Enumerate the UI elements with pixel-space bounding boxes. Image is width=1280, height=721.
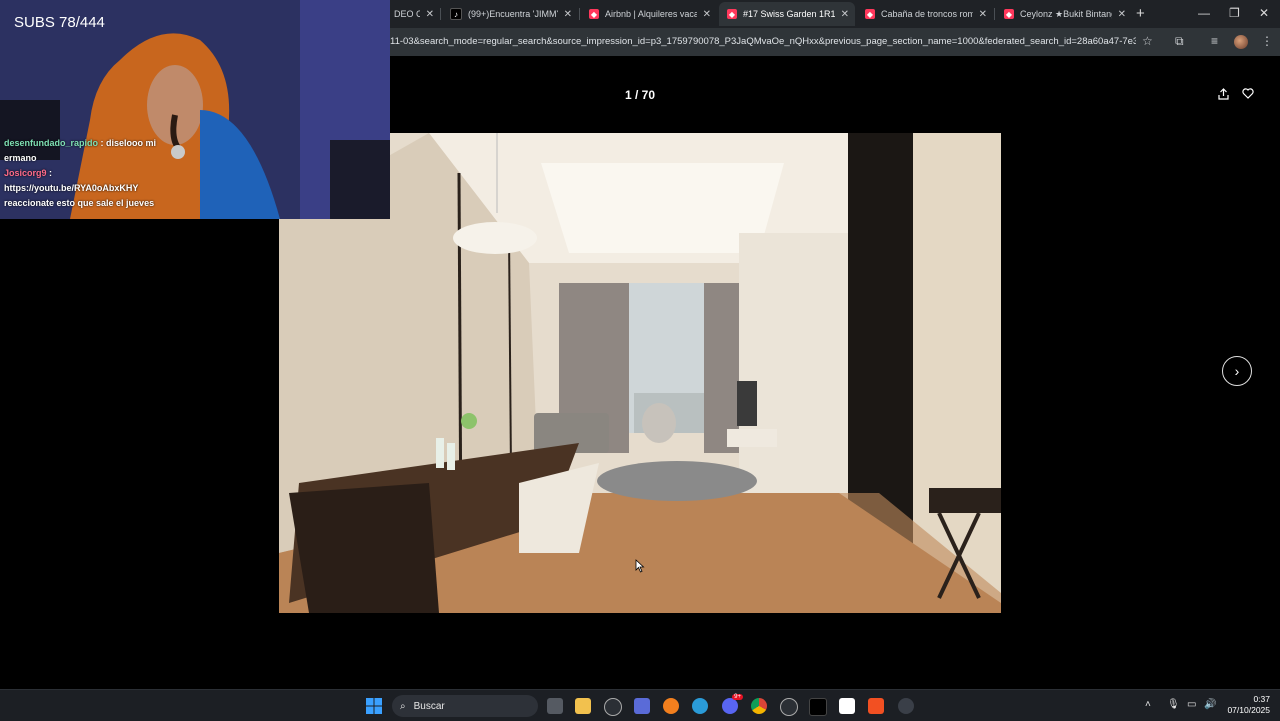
tab-0[interactable]: DEO C ✕: [386, 2, 440, 26]
tab-4[interactable]: ◆ Cabaña de troncos romá ✕: [857, 2, 993, 26]
taskbar: ⌕ Buscar 9+ ˄ 🎙 ▭ 🔊 0:37 07/10/2025: [0, 689, 1280, 721]
window-close-icon[interactable]: ✕: [1259, 6, 1269, 20]
new-tab-icon[interactable]: +: [1136, 5, 1145, 22]
share-icon[interactable]: [1218, 88, 1229, 103]
chat-username: desenfundado_rapido: [4, 138, 99, 148]
streamer-webcam: SUBS 78/444 desenfundado_rapido : diselo…: [0, 0, 390, 219]
tab-divider: [994, 8, 995, 20]
brave-icon[interactable]: [663, 698, 679, 714]
search-icon: ⌕: [400, 700, 406, 712]
menu-kebab-icon[interactable]: ⋮: [1261, 34, 1273, 48]
chevron-right-icon: ›: [1234, 363, 1240, 379]
chevron-up-icon[interactable]: ˄: [1145, 699, 1151, 710]
app-icon[interactable]: [839, 698, 855, 714]
chat-text: https://youtu.be/RYA0oAbxKHY reaccionate…: [4, 183, 155, 208]
close-icon[interactable]: ✕: [703, 9, 711, 20]
clock-date: 07/10/2025: [1227, 705, 1270, 715]
airbnb-icon: ◆: [589, 9, 599, 19]
tab-title: Ceylonz ★Bukit Bintang: [1020, 8, 1112, 19]
search-placeholder: Buscar: [413, 700, 445, 712]
taskbar-search-input[interactable]: ⌕ Buscar: [392, 695, 538, 717]
tab-2[interactable]: ◆ Airbnb | Alquileres vacac ✕: [581, 2, 717, 26]
photo-counter: 1 / 70: [624, 88, 656, 102]
airbnb-icon: ◆: [865, 9, 875, 19]
tab-title: (99+)Encuentra 'JIMMY' e: [468, 9, 558, 19]
minimize-icon[interactable]: —: [1198, 6, 1210, 20]
address-bar-url[interactable]: 11-03&search_mode=regular_search&source_…: [390, 36, 1136, 47]
tab-title: #17 Swiss Garden 1R1B B: [743, 9, 835, 19]
close-icon[interactable]: ✕: [1118, 9, 1126, 20]
clock-time: 0:37: [1253, 694, 1270, 704]
tab-1[interactable]: ♪ (99+)Encuentra 'JIMMY' e ✕: [442, 2, 578, 26]
tab-title: DEO C: [394, 9, 420, 19]
file-explorer-icon[interactable]: [575, 698, 591, 714]
notification-badge: 9+: [732, 694, 743, 700]
windows-start-icon[interactable]: [366, 698, 382, 714]
network-icon[interactable]: ▭: [1187, 699, 1196, 710]
chat-username: Josicorg9: [4, 168, 47, 178]
app-icon[interactable]: [868, 698, 884, 714]
close-icon[interactable]: ✕: [979, 9, 987, 20]
extensions-icon[interactable]: ⧉: [1175, 34, 1184, 49]
subs-counter: SUBS 78/444: [14, 14, 105, 31]
tab-title: Cabaña de troncos romá: [881, 9, 973, 19]
next-photo-button[interactable]: ›: [1222, 356, 1252, 386]
bookmark-star-icon[interactable]: ☆: [1142, 34, 1153, 48]
chrome-icon[interactable]: [751, 698, 767, 714]
chat-separator: :: [98, 138, 107, 148]
close-icon[interactable]: ✕: [564, 9, 572, 20]
volume-icon[interactable]: 🔊: [1204, 699, 1216, 710]
app-icon[interactable]: [604, 698, 622, 716]
tiktok-taskbar-icon[interactable]: [809, 698, 827, 716]
controller-icon[interactable]: [780, 698, 798, 716]
tab-divider: [440, 8, 441, 20]
chat-separator: :: [46, 168, 53, 178]
airbnb-icon: ◆: [727, 9, 737, 19]
restore-icon[interactable]: ❐: [1229, 6, 1240, 20]
close-icon[interactable]: ✕: [426, 9, 434, 20]
save-heart-icon[interactable]: [1242, 88, 1254, 102]
profile-avatar[interactable]: [1234, 35, 1248, 49]
store-icon[interactable]: [634, 698, 650, 714]
mouse-cursor-icon: [635, 559, 645, 578]
chat-overlay: desenfundado_rapido : diselooo mi ermano…: [4, 136, 174, 211]
microphone-icon[interactable]: 🎙: [1167, 699, 1180, 710]
media-player-icon[interactable]: [898, 698, 914, 714]
tab-5[interactable]: ◆ Ceylonz ★Bukit Bintang ✕: [996, 2, 1132, 26]
chat-message: Josicorg9 : https://youtu.be/RYA0oAbxKHY…: [4, 166, 174, 211]
system-clock[interactable]: 0:37 07/10/2025: [1222, 694, 1270, 716]
tiktok-icon: ♪: [450, 8, 462, 20]
airbnb-icon: ◆: [1004, 9, 1014, 19]
tab-divider: [579, 8, 580, 20]
task-view-icon[interactable]: [547, 698, 563, 714]
close-icon[interactable]: ✕: [841, 9, 849, 20]
chat-message: desenfundado_rapido : diselooo mi ermano: [4, 136, 174, 166]
edge-icon[interactable]: [692, 698, 708, 714]
discord-icon[interactable]: 9+: [722, 694, 743, 714]
media-controls-icon[interactable]: ≡: [1211, 34, 1218, 48]
tab-title: Airbnb | Alquileres vacac: [605, 9, 697, 19]
tab-3-active[interactable]: ◆ #17 Swiss Garden 1R1B B ✕: [719, 2, 855, 26]
